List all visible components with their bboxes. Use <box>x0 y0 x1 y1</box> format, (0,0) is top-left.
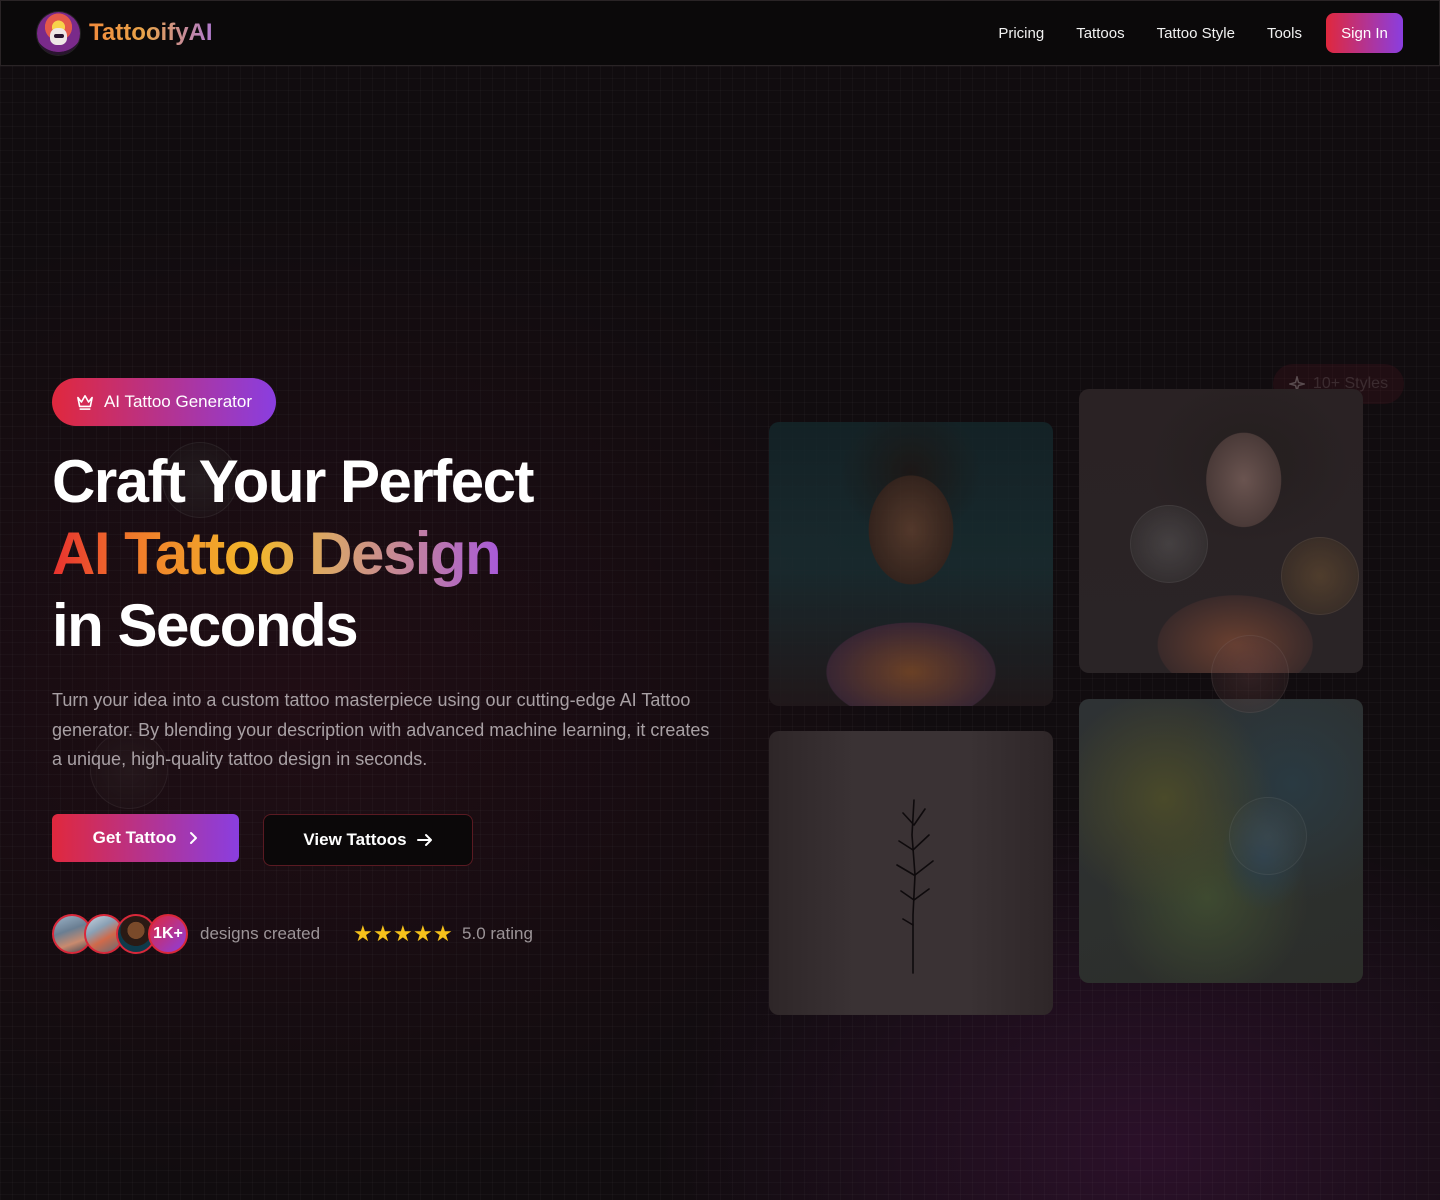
hero-headline: Craft Your Perfect AI Tattoo Design in S… <box>52 446 752 662</box>
decorative-circle <box>1211 635 1289 713</box>
branch-tattoo-icon <box>896 799 934 974</box>
star-icon: ★ <box>373 921 393 946</box>
nav-link-tattoos[interactable]: Tattoos <box>1076 25 1124 42</box>
skull-logo-icon[interactable] <box>37 11 80 55</box>
headline-line-1: Craft Your Perfect <box>52 448 534 515</box>
designs-created-label: designs created <box>200 924 321 943</box>
star-icon: ★ <box>353 921 373 946</box>
arrow-right-icon <box>416 834 432 846</box>
decorative-circle <box>1281 537 1359 615</box>
nav-link-pricing[interactable]: Pricing <box>998 25 1044 42</box>
navbar: TattooifyAI Pricing Tattoos Tattoo Style… <box>0 0 1440 66</box>
headline-line-2: AI Tattoo Design <box>52 518 502 590</box>
view-tattoos-button[interactable]: View Tattoos <box>263 814 473 866</box>
decorative-circle <box>1229 797 1307 875</box>
brand-name[interactable]: TattooifyAI <box>89 19 213 47</box>
designs-count-badge: 1K+ <box>148 914 188 954</box>
star-icon: ★ <box>433 921 453 946</box>
star-icon: ★ <box>413 921 433 946</box>
sign-in-button[interactable]: Sign In <box>1326 13 1403 53</box>
star-rating: ★ ★ ★ ★ ★ <box>353 923 453 945</box>
crown-icon <box>77 394 93 410</box>
nav-link-tattoo-style[interactable]: Tattoo Style <box>1157 25 1235 42</box>
star-icon: ★ <box>393 921 413 946</box>
get-tattoo-label: Get Tattoo <box>92 828 177 847</box>
nav-link-tools[interactable]: Tools <box>1267 25 1302 42</box>
rating-label: 5.0 rating <box>462 924 533 943</box>
chevron-right-icon <box>190 832 198 844</box>
get-tattoo-button[interactable]: Get Tattoo <box>52 814 239 862</box>
decorative-circle <box>1130 505 1208 583</box>
tattooed-man-image <box>769 422 1053 706</box>
peacock-tattoo-image <box>1079 699 1363 983</box>
badge-label: AI Tattoo Generator <box>103 392 253 411</box>
brand[interactable]: TattooifyAI <box>37 11 213 55</box>
view-tattoos-label: View Tattoos <box>303 830 407 849</box>
social-proof: 1K+ designs created ★ ★ ★ ★ ★ 5.0 rating <box>52 914 533 954</box>
hero-description: Turn your idea into a custom tattoo mast… <box>52 690 710 769</box>
nav-links: Pricing Tattoos Tattoo Style Tools Sign … <box>998 13 1403 53</box>
headline-line-3: in Seconds <box>52 592 359 659</box>
tattooed-woman-image <box>1079 389 1363 673</box>
avatar-stack: 1K+ <box>52 914 188 954</box>
rating: ★ ★ ★ ★ ★ 5.0 rating <box>353 923 533 945</box>
ai-tattoo-generator-badge[interactable]: AI Tattoo Generator <box>52 378 276 426</box>
